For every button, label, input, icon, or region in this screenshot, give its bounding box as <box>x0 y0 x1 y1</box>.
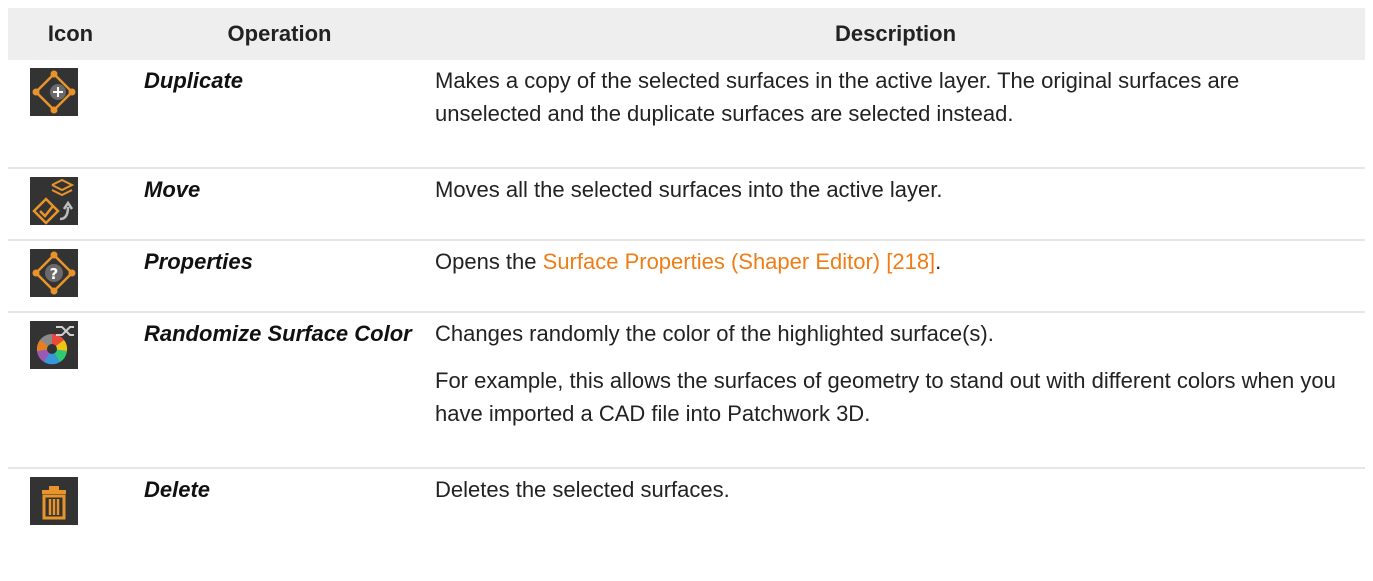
header-description: Description <box>834 21 957 46</box>
operation-duplicate: Duplicate <box>144 68 244 93</box>
surface-properties-icon: ? <box>30 249 78 297</box>
description-properties-prefix: Opens the <box>435 249 543 274</box>
header-icon: Icon <box>47 21 94 46</box>
header-operation: Operation <box>227 21 332 46</box>
svg-text:?: ? <box>50 265 59 283</box>
table-row: Randomize Surface Color Changes randomly… <box>8 311 1365 468</box>
operation-properties: Properties <box>133 239 426 312</box>
table-row: ? Properties Opens the Surface Propertie… <box>8 239 1365 312</box>
operation-delete: Delete <box>133 467 426 534</box>
move-to-layer-icon <box>30 177 78 225</box>
description-delete: Deletes the selected surfaces. <box>435 477 730 502</box>
table-header-row: Icon Operation Description <box>8 8 1365 60</box>
randomize-color-icon <box>30 321 78 369</box>
duplicate-surface-icon <box>30 68 78 116</box>
trash-icon <box>30 477 78 525</box>
description-properties: Opens the Surface Properties (Shaper Edi… <box>435 245 1345 278</box>
description-properties-suffix: . <box>935 249 942 274</box>
surface-properties-link[interactable]: Surface Properties (Shaper Editor) [218] <box>543 249 936 274</box>
operations-table: Icon Operation Description Duplicate Mak… <box>8 8 1365 534</box>
description-randomize-2: For example, this allows the surfaces of… <box>435 368 1336 426</box>
description-move: Moves all the selected surfaces into the… <box>435 177 943 202</box>
operation-move: Move <box>133 167 426 240</box>
operation-randomize-surface-color: Randomize Surface Color <box>133 311 426 468</box>
table-row: Duplicate Makes a copy of the selected s… <box>8 60 1365 168</box>
table-row: Delete Deletes the selected surfaces. <box>8 467 1365 534</box>
description-duplicate: Makes a copy of the selected surfaces in… <box>435 68 1240 126</box>
description-randomize-1: Changes randomly the color of the highli… <box>435 321 994 346</box>
table-row: Move Moves all the selected surfaces int… <box>8 167 1365 240</box>
